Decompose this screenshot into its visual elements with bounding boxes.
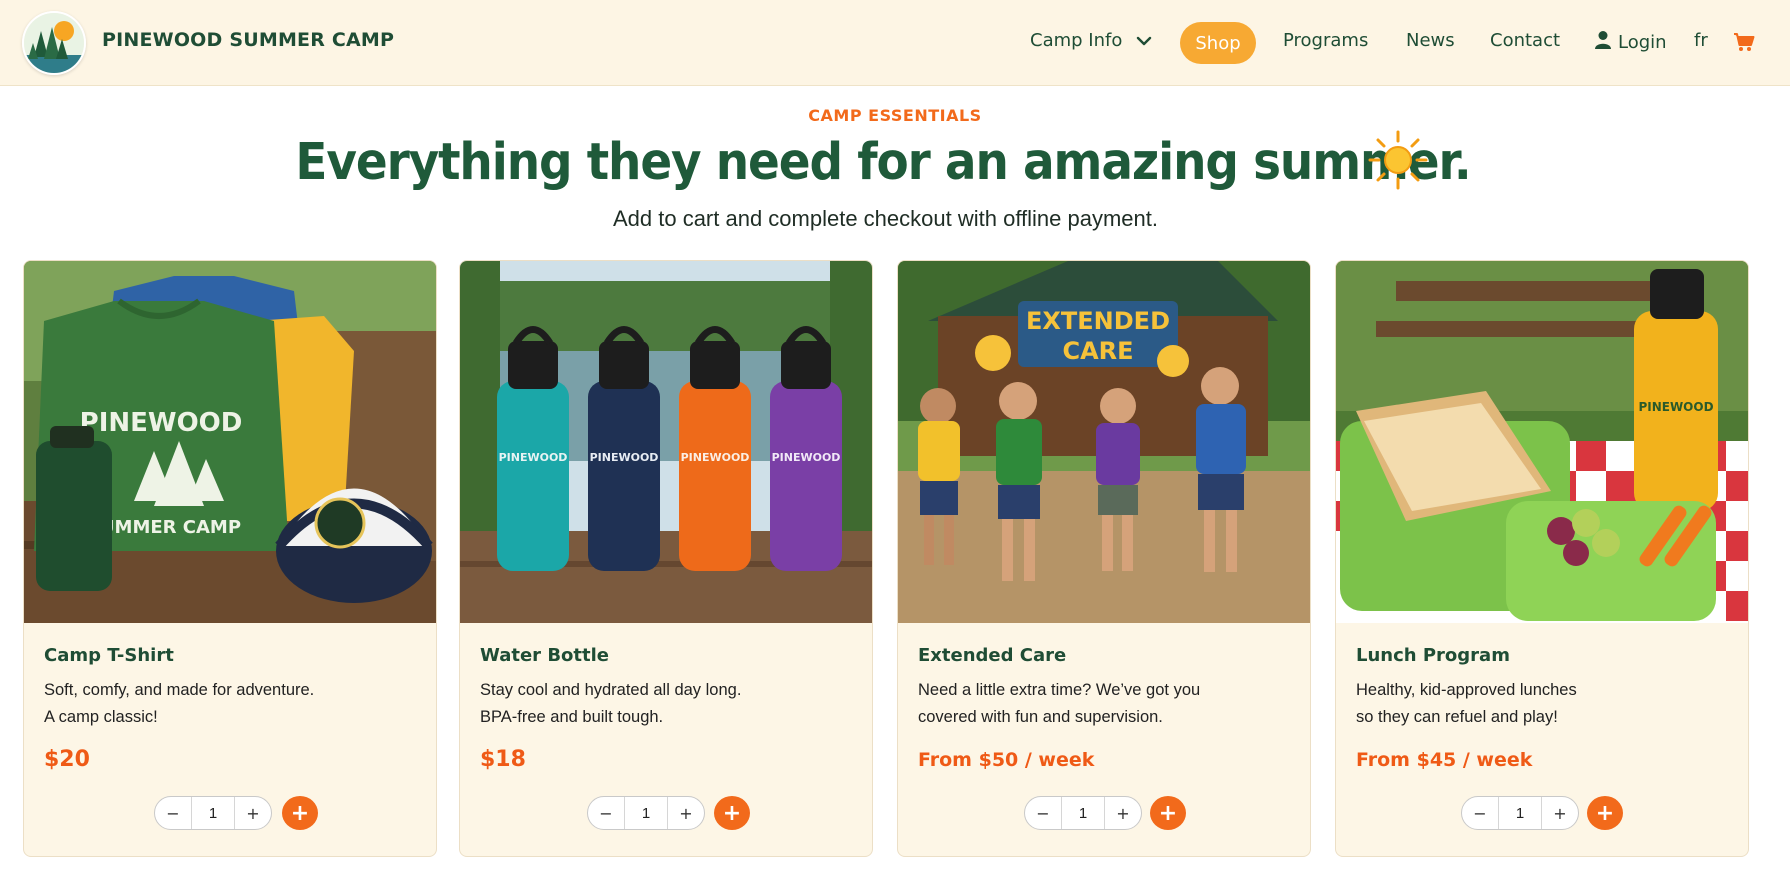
water-bottle-product-image[interactable]: PINEWOOD PINEWOOD PINEWOOD PINEWOOD bbox=[460, 261, 873, 623]
quantity-stepper: − 1 + bbox=[587, 796, 705, 830]
add-to-cart-button[interactable]: + bbox=[714, 796, 750, 830]
product-description: Soft, comfy, and made for adventure. A c… bbox=[44, 677, 424, 731]
product-description: Need a little extra time? We’ve got you … bbox=[918, 677, 1298, 731]
page-subheading: Add to cart and complete checkout with o… bbox=[612, 206, 1158, 231]
camp-logo-icon bbox=[24, 13, 84, 73]
quantity-value[interactable]: 1 bbox=[1498, 797, 1542, 829]
sun-icon bbox=[1368, 130, 1428, 190]
product-price: $18 bbox=[480, 747, 526, 772]
chevron-down-icon bbox=[1136, 36, 1152, 46]
product-title: Lunch Program bbox=[1356, 645, 1510, 666]
product-desc-line: Need a little extra time? We’ve got you bbox=[918, 681, 1201, 699]
add-to-cart-button[interactable]: + bbox=[1587, 796, 1623, 830]
tshirt-print-top: PINEWOOD bbox=[80, 408, 243, 438]
cart-button[interactable] bbox=[1733, 32, 1755, 57]
product-title: Water Bottle bbox=[480, 645, 609, 666]
nav-news[interactable]: News bbox=[1406, 30, 1455, 51]
sign-line-1: EXTENDED bbox=[1026, 307, 1170, 335]
nav-login[interactable]: Login bbox=[1594, 30, 1667, 53]
increase-quantity-button[interactable]: + bbox=[235, 797, 271, 829]
product-price: From $45 / week bbox=[1356, 749, 1533, 771]
product-desc-line: covered with fun and supervision. bbox=[918, 708, 1163, 726]
tshirt-product-image[interactable]: PINEWOOD SUMMER CAMP bbox=[24, 261, 437, 623]
increase-quantity-button[interactable]: + bbox=[1542, 797, 1578, 829]
quantity-value[interactable]: 1 bbox=[1061, 797, 1105, 829]
nav-programs[interactable]: Programs bbox=[1283, 30, 1368, 51]
site-header: PINEWOOD SUMMER CAMP Camp Info Shop Prog… bbox=[0, 0, 1790, 86]
product-card-water-bottle: PINEWOOD PINEWOOD PINEWOOD PINEWOOD Wate… bbox=[459, 260, 873, 857]
extended-care-product-image[interactable]: EXTENDED CARE bbox=[898, 261, 1311, 623]
sign-line-2: CARE bbox=[1062, 337, 1133, 365]
decrease-quantity-button[interactable]: − bbox=[1025, 797, 1061, 829]
bottle-print: PINEWOOD bbox=[1638, 400, 1713, 414]
product-desc-line: BPA-free and built tough. bbox=[480, 708, 664, 726]
increase-quantity-button[interactable]: + bbox=[1105, 797, 1141, 829]
add-to-cart-button[interactable]: + bbox=[282, 796, 318, 830]
camp-logo[interactable] bbox=[22, 11, 86, 75]
quantity-value[interactable]: 1 bbox=[624, 797, 668, 829]
nav-camp-info-label: Camp Info bbox=[1030, 30, 1123, 51]
product-card-extended-care: EXTENDED CARE Extended Care Need a littl… bbox=[897, 260, 1311, 857]
product-desc-line: Stay cool and hydrated all day long. bbox=[480, 681, 742, 699]
product-description: Stay cool and hydrated all day long. BPA… bbox=[480, 677, 860, 731]
product-desc-line: Soft, comfy, and made for adventure. bbox=[44, 681, 315, 699]
language-switch[interactable]: fr bbox=[1694, 30, 1708, 51]
nav-contact[interactable]: Contact bbox=[1490, 30, 1560, 51]
product-price: $20 bbox=[44, 747, 90, 772]
add-to-cart-button[interactable]: + bbox=[1150, 796, 1186, 830]
bottle-print: PINEWOOD bbox=[681, 451, 750, 464]
bottle-print: PINEWOOD bbox=[590, 451, 659, 464]
product-desc-line: A camp classic! bbox=[44, 708, 158, 726]
nav-login-label: Login bbox=[1618, 32, 1667, 53]
page-headline: Everything they need for an amazing summ… bbox=[295, 133, 1471, 192]
product-description: Healthy, kid-approved lunches so they ca… bbox=[1356, 677, 1736, 731]
nav-shop-label: Shop bbox=[1195, 32, 1241, 54]
decrease-quantity-button[interactable]: − bbox=[1462, 797, 1498, 829]
product-title: Camp T-Shirt bbox=[44, 645, 174, 666]
product-card-lunch-program: PINEWOOD Lunch Program Healthy, kid-appr… bbox=[1335, 260, 1749, 857]
product-desc-line: so they can refuel and play! bbox=[1356, 708, 1558, 726]
product-title: Extended Care bbox=[918, 645, 1067, 666]
product-price: From $50 / week bbox=[918, 749, 1095, 771]
lunch-program-product-image[interactable]: PINEWOOD bbox=[1336, 261, 1749, 623]
quantity-stepper: − 1 + bbox=[1024, 796, 1142, 830]
quantity-stepper: − 1 + bbox=[1461, 796, 1579, 830]
bottle-print: PINEWOOD bbox=[499, 451, 568, 464]
decrease-quantity-button[interactable]: − bbox=[588, 797, 624, 829]
user-icon bbox=[1595, 31, 1611, 49]
quantity-stepper: − 1 + bbox=[154, 796, 272, 830]
product-card-tshirt: PINEWOOD SUMMER CAMP Camp T-Shirt Soft, … bbox=[23, 260, 437, 857]
quantity-value[interactable]: 1 bbox=[191, 797, 235, 829]
increase-quantity-button[interactable]: + bbox=[668, 797, 704, 829]
decrease-quantity-button[interactable]: − bbox=[155, 797, 191, 829]
brand-name[interactable]: PINEWOOD SUMMER CAMP bbox=[102, 29, 394, 51]
bottle-print: PINEWOOD bbox=[772, 451, 841, 464]
cart-icon bbox=[1734, 33, 1755, 51]
nav-shop[interactable]: Shop bbox=[1180, 22, 1256, 64]
section-eyebrow: CAMP ESSENTIALS bbox=[808, 106, 982, 125]
product-desc-line: Healthy, kid-approved lunches bbox=[1356, 681, 1577, 699]
nav-camp-info[interactable]: Camp Info bbox=[1030, 30, 1152, 51]
